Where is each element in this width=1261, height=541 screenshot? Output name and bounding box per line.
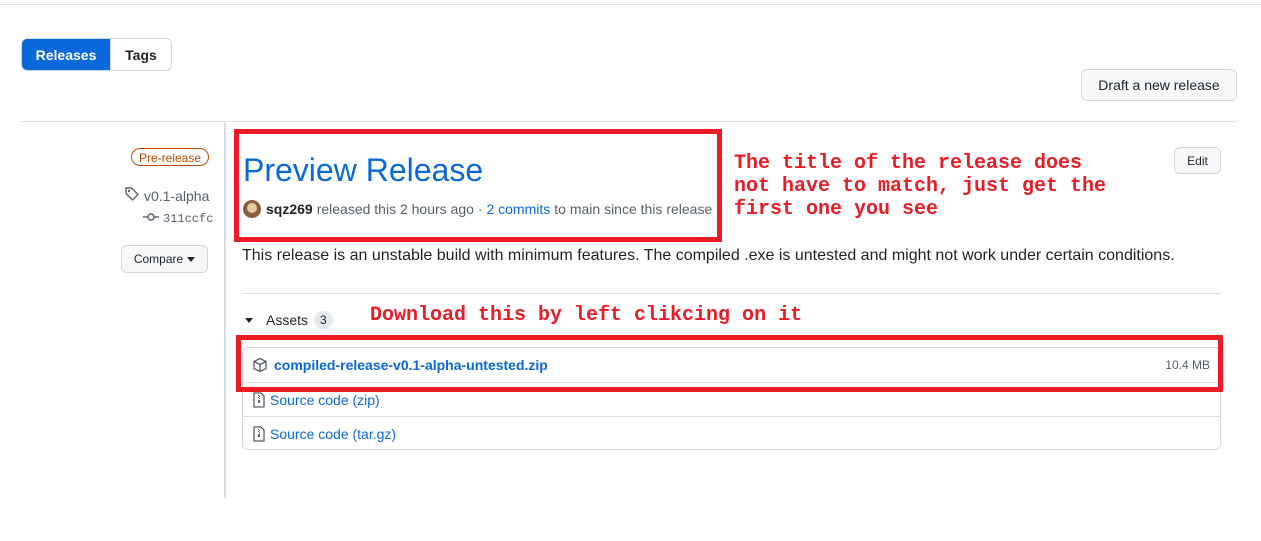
assets-label: Assets	[266, 312, 309, 328]
section-divider	[21, 121, 1237, 122]
annotation-box-download	[236, 335, 1223, 392]
annotation-title-note: The title of the release does not have t…	[734, 152, 1107, 221]
tag-label: v0.1-alpha	[144, 187, 210, 204]
annotation-box-title	[234, 129, 722, 242]
commit-icon	[143, 212, 159, 226]
compare-button[interactable]: Compare	[121, 245, 208, 273]
top-divider	[0, 4, 1261, 5]
tag-icon	[124, 186, 140, 205]
assets-toggle[interactable]: Assets 3	[245, 311, 333, 329]
source-code-zip-link[interactable]: Source code (zip)	[270, 392, 380, 408]
timeline-divider	[224, 122, 226, 498]
list-item[interactable]: Source code (tar.gz)	[243, 416, 1220, 450]
commit-sha: 311ccfc	[163, 212, 214, 226]
source-code-suffix: (tar.gz)	[352, 425, 397, 442]
compare-label: Compare	[133, 252, 184, 266]
tab-releases[interactable]: Releases	[22, 39, 110, 70]
release-description: This release is an unstable build with m…	[242, 247, 1175, 264]
source-code-suffix: (zip)	[352, 391, 380, 408]
releases-tags-toggle: Releases Tags	[21, 38, 172, 71]
description-divider	[242, 293, 1221, 294]
caret-down-icon	[187, 256, 196, 262]
assets-count-badge: 3	[314, 311, 333, 329]
release-tag[interactable]: v0.1-alpha	[124, 186, 209, 205]
triangle-down-icon	[245, 317, 253, 323]
draft-new-release-button[interactable]: Draft a new release	[1081, 69, 1237, 101]
source-code-label: Source code	[270, 425, 349, 442]
tab-tags[interactable]: Tags	[110, 39, 171, 70]
annotation-download-note: Download this by left clikcing on it	[370, 304, 803, 327]
file-zip-icon	[252, 391, 266, 408]
file-zip-icon	[252, 425, 266, 442]
prerelease-badge: Pre-release	[131, 148, 210, 166]
source-code-label: Source code	[270, 391, 349, 408]
release-commit[interactable]: 311ccfc	[143, 212, 213, 226]
edit-button[interactable]: Edit	[1174, 147, 1221, 174]
source-code-targz-link[interactable]: Source code (tar.gz)	[270, 426, 396, 442]
